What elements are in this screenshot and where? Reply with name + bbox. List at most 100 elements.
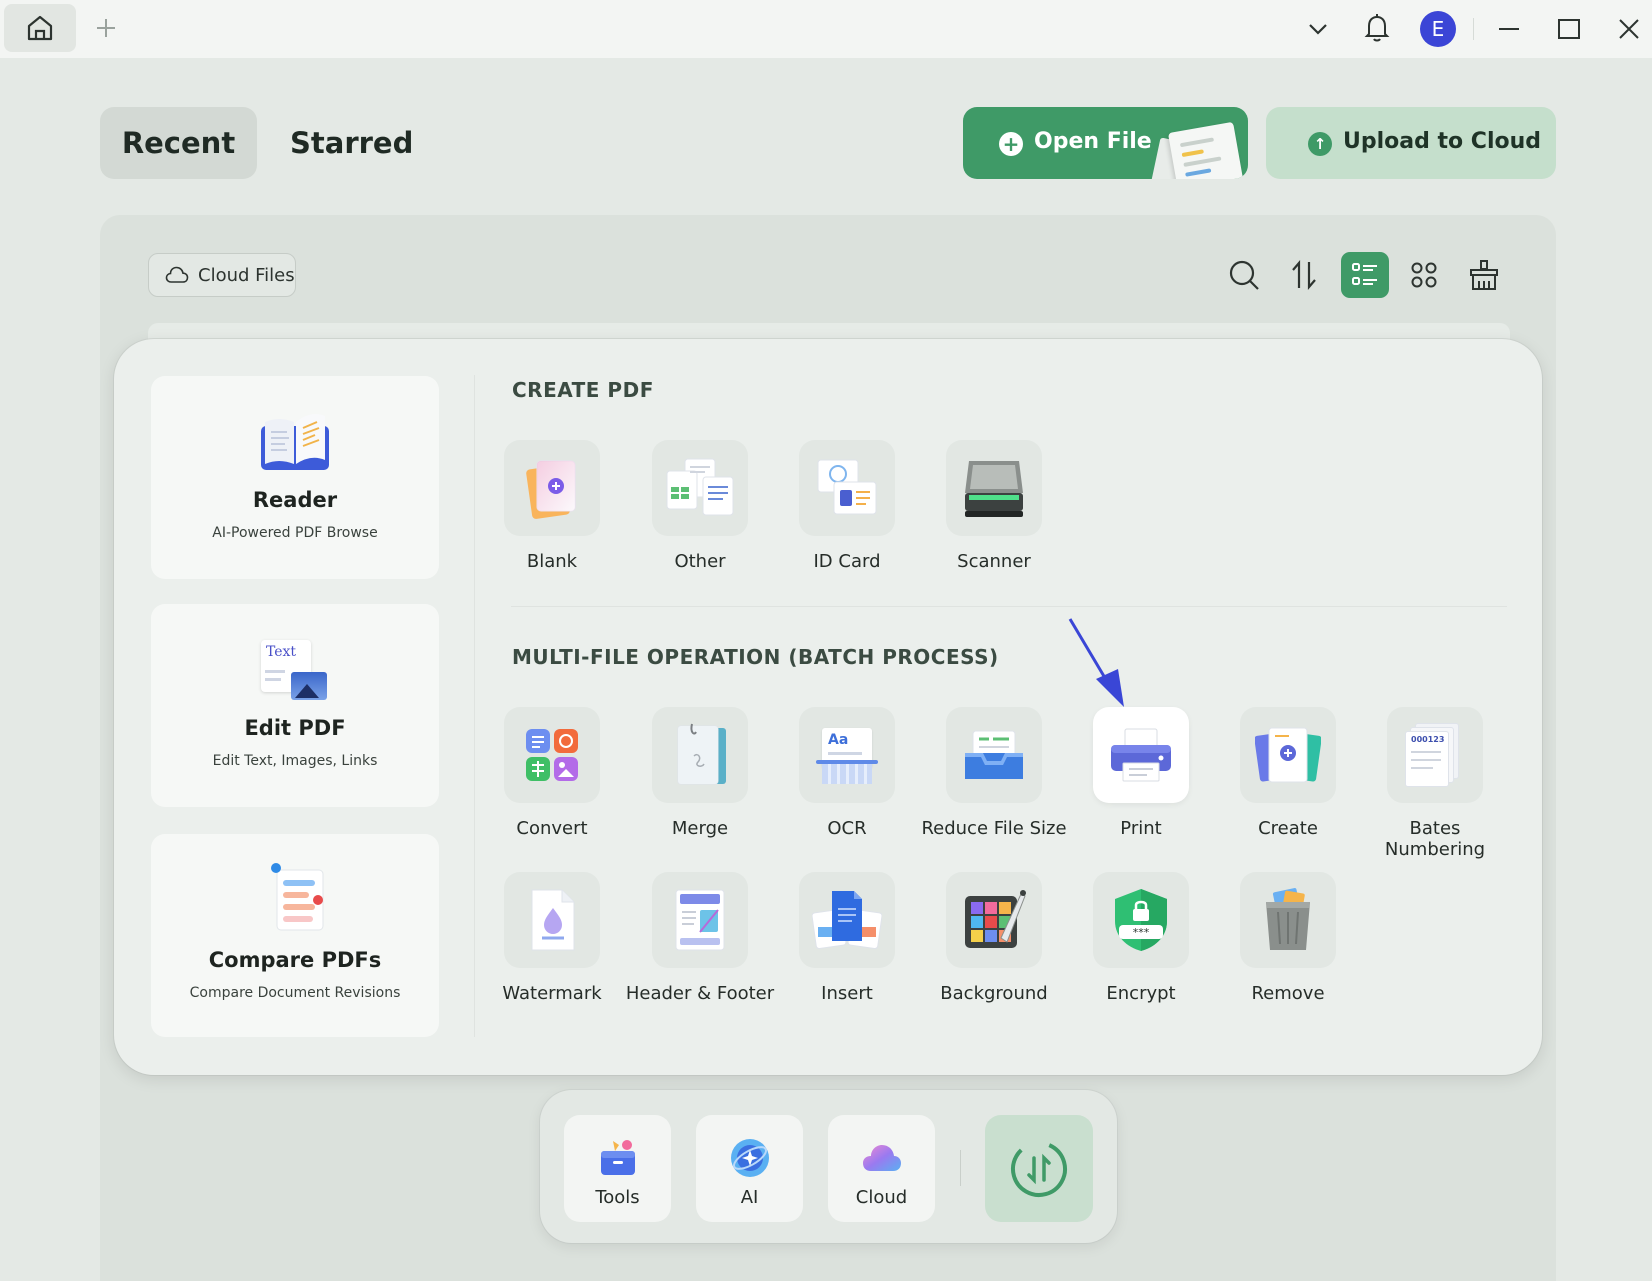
background-label: Background [940,983,1048,1004]
sort-icon[interactable] [1282,252,1326,298]
edit-pdf-subtitle: Edit Text, Images, Links [212,753,378,769]
list-view-icon[interactable] [1341,252,1389,298]
upload-to-cloud-label: Upload to Cloud [1343,129,1542,154]
upload-arrow-icon: ↑ [1308,132,1332,156]
chevron-down-icon[interactable] [1304,14,1332,44]
bates-numbering-tile[interactable]: 000123 [1387,707,1483,803]
print-label: Print [1120,818,1162,839]
cloud-files-label: Cloud Files [198,264,295,286]
printer-icon [1111,728,1171,782]
reduce-file-size-tile[interactable] [946,707,1042,803]
blank-document-icon [526,460,576,519]
watermark-tile[interactable] [504,872,600,968]
dock-divider [960,1150,961,1186]
bates-numbering-icon: 000123 [1405,723,1465,787]
ocr-icon-text: Aa [828,732,849,748]
insert-label: Insert [821,983,873,1004]
encrypt-label: Encrypt [1106,983,1176,1004]
book-icon [261,414,329,470]
edit-pdf-card[interactable]: Text Edit PDF Edit Text, Images, Links [151,604,439,807]
compare-pdfs-card[interactable]: Compare PDFs Compare Document Revisions [151,834,439,1037]
toolbox-icon [601,1140,635,1175]
create-tile[interactable] [1240,707,1336,803]
home-icon [27,15,53,41]
dock-ai-label: AI [740,1187,759,1208]
open-file-label: Open File [1034,129,1152,154]
reduce-file-size-label: Reduce File Size [921,818,1067,839]
create-document-icon [1255,727,1321,783]
id-card-icon [817,459,877,515]
home-tab[interactable] [4,4,76,52]
header-footer-tile[interactable] [652,872,748,968]
titlebar-divider [1473,18,1474,40]
reader-title: Reader [252,488,338,512]
scanner-label: Scanner [957,551,1031,572]
scanner-icon [965,461,1023,517]
document-decoration [1167,121,1245,179]
merge-tile[interactable] [652,707,748,803]
minimize-icon[interactable] [1494,14,1524,44]
compare-pdfs-title: Compare PDFs [208,948,382,972]
insert-pages-icon [812,891,882,950]
maximize-icon[interactable] [1554,14,1584,44]
search-icon[interactable] [1222,252,1266,298]
ocr-icon: Aa [816,724,878,786]
dock-sync-button[interactable] [985,1115,1093,1222]
print-tile[interactable] [1093,707,1189,803]
popup-vertical-divider [474,375,475,1037]
cloud-icon [165,266,189,283]
bell-icon[interactable] [1362,12,1392,44]
bates-icon-text: 000123 [1411,735,1445,744]
encrypt-tile[interactable]: *** [1093,872,1189,968]
cloud-files-filter[interactable]: Cloud Files [148,253,296,297]
background-tile[interactable] [946,872,1042,968]
id-card-tile[interactable] [799,440,895,536]
create-pdf-title: CREATE PDF [512,378,654,402]
reader-card[interactable]: Reader AI-Powered PDF Browse [151,376,439,579]
other-tile[interactable] [652,440,748,536]
dock-ai[interactable]: AI [696,1115,803,1222]
ocr-tile[interactable]: Aa [799,707,895,803]
watermark-icon [531,889,575,951]
compare-pdfs-subtitle: Compare Document Revisions [189,985,401,1001]
title-bar: E [0,0,1652,58]
ai-sparkle-icon [731,1139,769,1177]
tab-starred[interactable]: Starred [290,107,413,179]
upload-to-cloud-button[interactable]: ↑ Upload to Cloud [1266,107,1556,179]
watermark-label: Watermark [502,983,602,1004]
blank-label: Blank [526,551,578,572]
remove-label: Remove [1251,983,1325,1004]
merge-icon [677,723,726,785]
edit-icon-text: Text [266,644,297,660]
multi-file-title: MULTI-FILE OPERATION (BATCH PROCESS) [512,645,999,669]
cloud-icon [863,1145,901,1171]
header-footer-icon [675,889,725,951]
clean-icon[interactable] [1462,252,1506,298]
convert-icon [526,729,578,781]
dock-cloud-label: Cloud [855,1187,908,1208]
merge-label: Merge [671,818,729,839]
create-label: Create [1258,818,1318,839]
dock-cloud[interactable]: Cloud [828,1115,935,1222]
other-formats-icon [666,458,734,516]
grid-view-icon[interactable] [1402,252,1446,298]
tab-recent[interactable]: Recent [100,107,257,179]
compress-tray-icon [965,730,1023,779]
plus-circle-icon: + [999,132,1023,156]
convert-tile[interactable] [504,707,600,803]
insert-tile[interactable] [799,872,895,968]
blank-tile[interactable] [504,440,600,536]
open-file-button[interactable]: + Open File [963,107,1248,179]
scanner-tile[interactable] [946,440,1042,536]
other-label: Other [674,551,726,572]
remove-tile[interactable] [1240,872,1336,968]
section-divider [511,606,1507,607]
sync-icon [1011,1140,1067,1197]
new-tab-plus-icon[interactable] [92,14,120,42]
compare-document-icon [271,863,324,931]
close-icon[interactable] [1614,14,1644,44]
convert-label: Convert [516,818,588,839]
user-avatar[interactable]: E [1420,11,1456,47]
dock-tools[interactable]: Tools [564,1115,671,1222]
id-card-label: ID Card [813,551,881,572]
